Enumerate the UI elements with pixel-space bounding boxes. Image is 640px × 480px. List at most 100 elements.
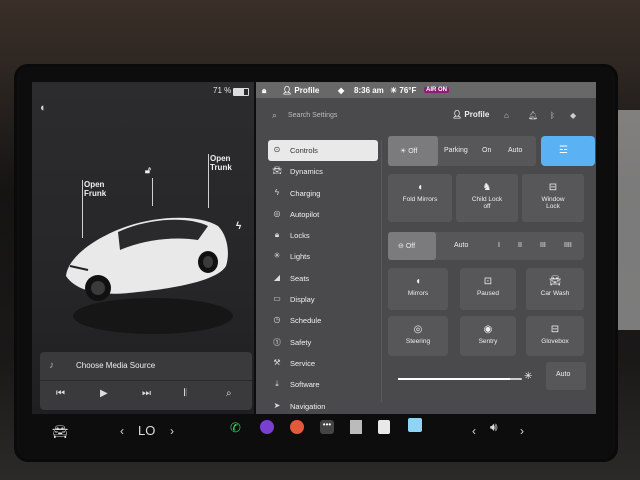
display-icon: ▭ — [273, 294, 281, 304]
search-input[interactable]: Search Settings — [288, 112, 337, 119]
settings-divider — [381, 140, 382, 402]
brightness-sun-icon: ✳ — [524, 371, 533, 382]
pause-icon: ⊡ — [483, 276, 493, 287]
seat-icon: ◢ — [273, 272, 281, 282]
car-dock-icon[interactable]: 🚘︎ — [52, 424, 69, 440]
clock-time: 8:36 am — [354, 86, 384, 95]
calendar-icon[interactable] — [378, 420, 390, 434]
bluetooth-icon[interactable]: ᛒ — [550, 111, 555, 120]
unlock-icon[interactable]: 🔓︎ — [145, 166, 151, 175]
wiper-speed-2[interactable]: II — [518, 242, 522, 249]
mirror-icon: ◖ — [416, 182, 424, 193]
nav-controls[interactable]: ⊙ Controls — [268, 140, 378, 162]
nav-service[interactable]: ⚒︎ Service — [268, 353, 378, 374]
steering-tile[interactable]: ◎ Steering — [388, 316, 448, 356]
shield-icon: ⓵ — [273, 337, 281, 347]
settings-nav: ⊙ Controls 🚘︎ Dynamics ϟ Charging ◎ Autopilo… — [268, 140, 378, 417]
browser-icon[interactable] — [408, 418, 422, 432]
nav-navigation[interactable]: ➤ Navigation — [268, 396, 378, 417]
car-wash-icon: 🚘︎ — [548, 276, 562, 287]
nav-display[interactable]: ▭ Display — [268, 289, 378, 310]
glovebox-tile[interactable]: ⊟ Glovebox — [526, 316, 584, 356]
cellular-icon: ◆ — [338, 86, 345, 95]
download-icon: ⤓ — [275, 379, 279, 389]
nav-safety[interactable]: ⓵ Safety — [268, 332, 378, 353]
headlight-on[interactable]: On — [482, 147, 491, 154]
sentry-icon: ◉ — [483, 324, 493, 335]
window-lock-tile[interactable]: ⊟ Window Lock — [522, 174, 584, 222]
profile-top[interactable]: 👤︎ Profile — [282, 86, 319, 95]
sun-icon: ✳ — [273, 251, 281, 261]
lock-icon: 🔒︎ — [274, 230, 280, 240]
media-search-icon[interactable]: ⌕ — [226, 388, 232, 399]
battery-percent: 71 % — [213, 86, 232, 95]
wiper-speed-4[interactable]: IIII — [564, 242, 572, 249]
more-apps-icon[interactable]: ••• — [320, 420, 334, 434]
equalizer-icon[interactable]: 𝄃 — [184, 388, 186, 399]
airbag-badge: AIR ON — [424, 87, 449, 93]
nav-autopilot[interactable]: ◎ Autopilot — [268, 204, 378, 225]
nav-charging[interactable]: ϟ Charging — [268, 183, 378, 204]
child-lock-tile[interactable]: ♞ Child Lock off — [456, 174, 518, 222]
climate-temp[interactable]: LO — [138, 423, 155, 438]
mirrors-tile[interactable]: ◖ Mirrors — [388, 268, 448, 310]
headlight-control: ☀ Off Parking On Auto — [388, 136, 536, 166]
previous-track-icon[interactable]: ⏮︎ — [56, 388, 65, 399]
battery-icon — [233, 88, 249, 96]
volume-up-icon[interactable]: › — [520, 424, 524, 438]
wifi-icon[interactable]: ◆ — [570, 111, 576, 120]
headlight-parking[interactable]: Parking — [444, 147, 468, 154]
car-wash-tile[interactable]: 🚘︎ Car Wash — [526, 268, 584, 310]
headlight-auto[interactable]: Auto — [508, 147, 522, 154]
media-player[interactable]: ♪ Choose Media Source ⏮︎ ▶ ⏭︎ 𝄃 ⌕ — [40, 352, 252, 410]
volume-down-icon[interactable]: ‹ — [472, 424, 476, 438]
wiper-speed-3[interactable]: III — [540, 242, 546, 249]
weather-temp: ☀ 76°F — [390, 86, 417, 95]
sentry-tile[interactable]: ◉ Sentry — [460, 316, 516, 356]
car-icon: 🚘︎ — [272, 166, 283, 176]
media-source-row[interactable]: ♪ Choose Media Source — [40, 352, 252, 381]
garage-icon[interactable]: ⌂ — [504, 111, 509, 120]
nav-software[interactable]: ⤓ Software — [268, 374, 378, 395]
phone-icon[interactable]: ✆ — [230, 420, 241, 436]
brightness-slider[interactable] — [398, 378, 522, 380]
bell-icon[interactable]: 🔔︎ — [528, 111, 538, 120]
nav-dynamics[interactable]: 🚘︎ Dynamics — [268, 161, 378, 182]
nav-schedule[interactable]: ◷ Schedule — [268, 310, 378, 331]
fog-light-button[interactable]: ☲ — [541, 136, 595, 166]
wiper-speed-1[interactable]: I — [498, 242, 500, 249]
wiper-auto[interactable]: Auto — [454, 242, 468, 249]
window-icon: ⊟ — [548, 182, 558, 193]
play-icon[interactable]: ▶ — [100, 388, 108, 399]
open-trunk-callout[interactable]: Open Trunk — [210, 154, 232, 172]
nav-locks[interactable]: 🔒︎ Locks — [268, 225, 378, 246]
profile-button[interactable]: 👤︎ Profile — [452, 110, 489, 119]
camera-app-icon[interactable] — [260, 420, 274, 434]
brightness-auto-button[interactable]: Auto — [546, 362, 586, 390]
toybox-icon[interactable] — [290, 420, 304, 434]
media-source-label: Choose Media Source — [76, 361, 156, 370]
wiper-control: ⊖ Off Auto I II III IIII — [388, 232, 584, 260]
wiper-off-label: ⊖ Off — [398, 243, 416, 250]
clock-icon: ◷ — [273, 315, 281, 325]
volume-icon[interactable]: 🔊︎ — [490, 420, 498, 435]
nav-seats[interactable]: ◢ Seats — [268, 268, 378, 289]
steering-wheel-icon: ◎ — [413, 324, 423, 335]
headlight-off-label: ☀ Off — [400, 148, 418, 155]
nav-lights[interactable]: ✳ Lights — [268, 246, 378, 267]
fold-mirrors-tile[interactable]: ◖ Fold Mirrors — [388, 174, 452, 222]
theater-icon[interactable] — [350, 420, 362, 434]
paused-tile[interactable]: ⊡ Paused — [460, 268, 516, 310]
steering-icon: ◎ — [273, 208, 281, 218]
next-track-icon[interactable]: ⏭︎ — [142, 388, 151, 399]
bolt-icon: ϟ — [274, 187, 280, 197]
climate-up-icon[interactable]: › — [170, 424, 174, 438]
fog-light-icon: ☲ — [559, 145, 568, 156]
headlight-icon[interactable]: ◐ — [40, 102, 47, 114]
wrench-icon: ⚒︎ — [273, 357, 281, 367]
music-note-icon: ♪ — [49, 360, 54, 371]
car-model-image — [66, 217, 233, 334]
search-icon[interactable]: ⌕ — [272, 110, 277, 121]
climate-down-icon[interactable]: ‹ — [120, 424, 124, 438]
lock-icon[interactable]: 🔒︎ — [262, 86, 266, 96]
